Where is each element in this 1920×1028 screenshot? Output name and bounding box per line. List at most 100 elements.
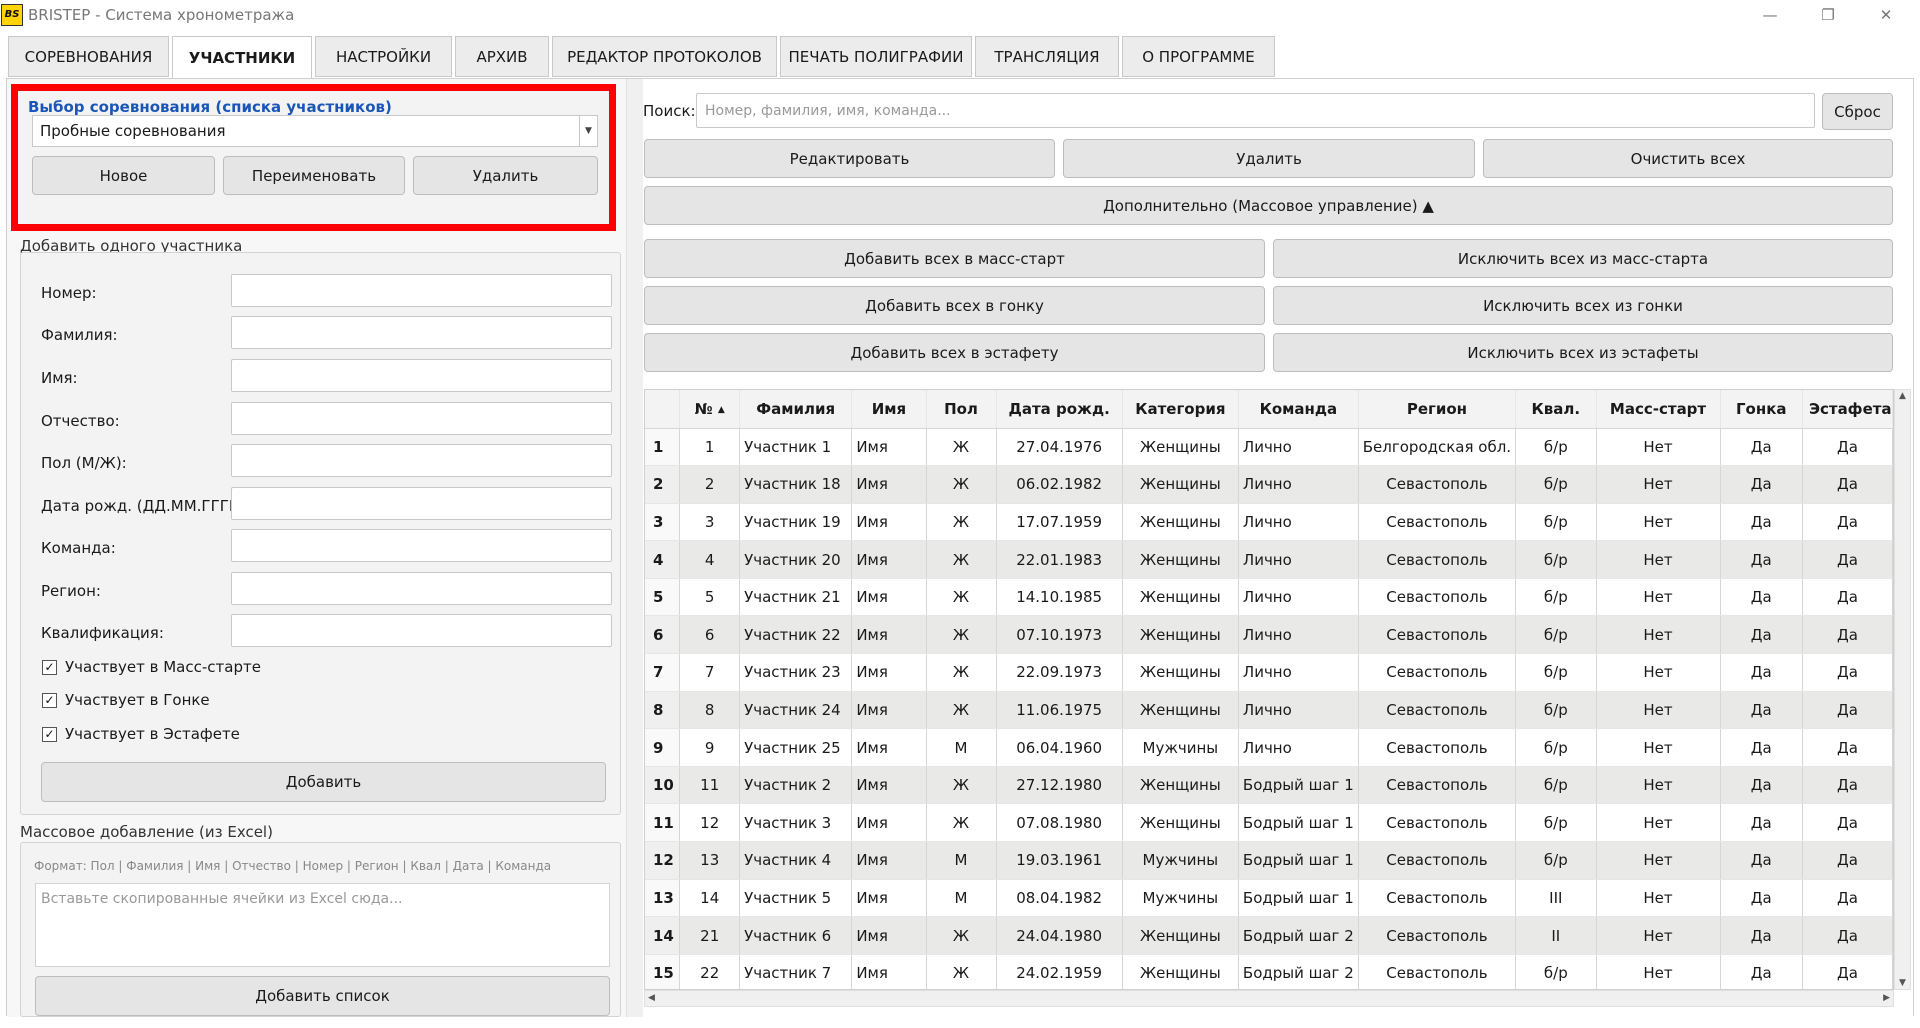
table-vertical-scrollbar[interactable]: ▲ ▼ [1894,389,1911,990]
search-input[interactable]: Номер, фамилия, имя, команда... [696,93,1815,128]
row-header[interactable]: 5 [645,578,681,617]
table-cell[interactable]: Участник 19 [739,503,853,542]
table-cell[interactable]: Ж [926,954,997,989]
table-cell[interactable]: Да [1720,766,1803,805]
table-cell[interactable]: 07.10.1973 [996,615,1123,655]
team-input[interactable] [231,529,612,562]
table-row[interactable]: 11 12 Участник 3 Имя Ж 07.08.1980 Женщины Бодры… [645,803,1893,843]
tab-participants[interactable]: УЧАСТНИКИ [172,36,312,79]
table-cell[interactable]: Ж [926,540,997,579]
table-cell[interactable]: Лично [1238,728,1359,767]
table-cell[interactable]: Имя [851,691,927,730]
column-header[interactable]: Категория [1122,390,1239,429]
table-cell[interactable]: Севастополь [1358,615,1517,655]
table-cell[interactable]: Нет [1596,766,1721,805]
table-cell[interactable]: 08.04.1982 [996,879,1123,918]
column-header[interactable]: Масс-старт [1596,390,1721,429]
table-cell[interactable]: Да [1720,653,1803,692]
table-cell[interactable]: 22.09.1973 [996,653,1123,692]
table-cell[interactable]: Нет [1596,615,1721,655]
row-header[interactable]: 10 [645,766,681,805]
table-cell[interactable]: Севастополь [1358,691,1517,730]
table-row[interactable]: 6 6 Участник 22 Имя Ж 07.10.1973 Женщины Лично С… [645,615,1893,655]
table-cell[interactable]: 27.12.1980 [996,766,1123,805]
delete-competition-button[interactable]: Удалить [413,156,598,195]
table-cell[interactable]: Нет [1596,841,1721,880]
table-cell[interactable]: Имя [851,540,927,579]
table-cell[interactable]: Нет [1596,465,1721,504]
row-header[interactable]: 9 [645,728,681,767]
table-cell[interactable]: Имя [851,841,927,880]
relay-checkbox[interactable]: ✓ Участвует в Эстафете [42,725,240,743]
table-cell[interactable]: Участник 6 [739,916,853,955]
table-cell[interactable]: Лично [1238,691,1359,730]
table-cell[interactable]: Да [1802,954,1893,989]
table-cell[interactable]: 06.04.1960 [996,728,1123,767]
extra-mass-management-toggle[interactable]: Дополнительно (Массовое управление) ▲ [644,186,1893,225]
table-cell[interactable]: Имя [851,879,927,918]
table-cell[interactable]: М [926,879,997,918]
new-competition-button[interactable]: Новое [32,156,215,195]
region-input[interactable] [231,572,612,605]
left-panel-scrollbar[interactable] [626,79,643,1017]
table-cell[interactable]: Да [1802,916,1893,955]
table-horizontal-scrollbar[interactable]: ◀ ▶ [644,990,1894,1007]
table-cell[interactable]: Ж [926,578,997,617]
table-cell[interactable]: 9 [679,728,741,767]
table-row[interactable]: 8 8 Участник 24 Имя Ж 11.06.1975 Женщины Лично С… [645,691,1893,730]
table-cell[interactable]: Да [1720,841,1803,880]
column-header[interactable]: Эстафета [1802,390,1893,429]
table-row[interactable]: 2 2 Участник 18 Имя Ж 06.02.1982 Женщины Лично С… [645,465,1893,504]
table-cell[interactable]: Севастополь [1358,766,1517,805]
table-cell[interactable]: Имя [851,766,927,805]
table-cell[interactable]: Нет [1596,540,1721,579]
participants-table[interactable]: № ▲ Фамилия Имя Пол Дата рожд. Категория… [644,389,1894,990]
row-header[interactable]: 8 [645,691,681,730]
table-cell[interactable]: Женщины [1122,766,1239,805]
add-all-race-button[interactable]: Добавить всех в гонку [644,286,1265,325]
table-cell[interactable]: 17.07.1959 [996,503,1123,542]
table-row[interactable]: 10 11 Участник 2 Имя Ж 27.12.1980 Женщины Бодры… [645,766,1893,805]
row-header[interactable]: 11 [645,803,681,843]
row-header[interactable]: 13 [645,879,681,918]
table-cell[interactable]: Женщины [1122,691,1239,730]
table-cell[interactable]: Имя [851,503,927,542]
table-cell[interactable]: 11.06.1975 [996,691,1123,730]
close-icon[interactable]: ✕ [1863,0,1909,29]
table-cell[interactable]: Да [1720,428,1803,467]
table-cell[interactable]: Да [1802,841,1893,880]
table-cell[interactable]: Да [1720,728,1803,767]
table-cell[interactable]: 19.03.1961 [996,841,1123,880]
table-cell[interactable]: Участник 18 [739,465,853,504]
row-header[interactable]: 7 [645,653,681,692]
tab-broadcast[interactable]: ТРАНСЛЯЦИЯ [975,36,1119,77]
table-cell[interactable]: Бодрый шаг 2 [1238,916,1359,955]
table-cell[interactable]: 22.01.1983 [996,540,1123,579]
table-cell[interactable]: Да [1802,428,1893,467]
competition-select[interactable]: Пробные соревнования ▼ [32,115,598,147]
restore-icon[interactable]: ❐ [1805,0,1851,29]
table-cell[interactable]: 12 [679,803,741,843]
table-cell[interactable]: 21 [679,916,741,955]
table-cell[interactable]: Да [1720,540,1803,579]
table-cell[interactable]: Да [1720,615,1803,655]
table-cell[interactable]: Нет [1596,503,1721,542]
table-cell[interactable]: Лично [1238,503,1359,542]
column-header[interactable]: Регион [1358,390,1517,429]
table-cell[interactable]: б/р [1515,465,1597,504]
table-cell[interactable]: Да [1802,615,1893,655]
column-header[interactable]: Пол [926,390,997,429]
table-cell[interactable]: Севастополь [1358,465,1517,504]
table-cell[interactable]: Да [1802,879,1893,918]
table-cell[interactable]: Ж [926,803,997,843]
table-cell[interactable]: Женщины [1122,954,1239,989]
clear-all-button[interactable]: Очистить всех [1483,139,1893,178]
minimize-icon[interactable]: — [1747,0,1793,29]
table-cell[interactable]: Участник 24 [739,691,853,730]
table-cell[interactable]: Да [1720,954,1803,989]
table-cell[interactable]: Севастополь [1358,803,1517,843]
table-cell[interactable]: б/р [1515,578,1597,617]
table-cell[interactable]: Нет [1596,954,1721,989]
table-cell[interactable]: Да [1802,578,1893,617]
table-cell[interactable]: Мужчины [1122,728,1239,767]
